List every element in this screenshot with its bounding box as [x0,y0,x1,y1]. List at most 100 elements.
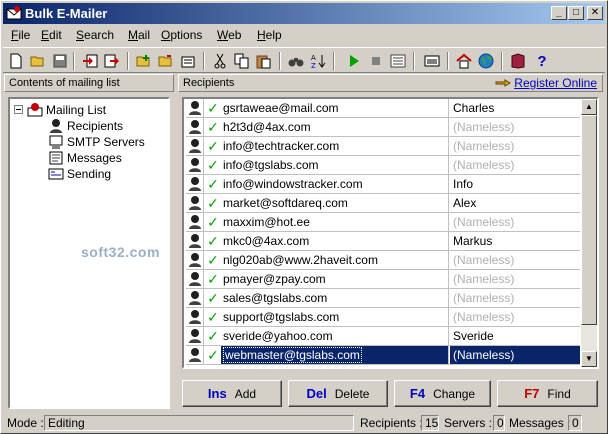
checkmark-icon[interactable]: ✓ [205,232,221,250]
recipient-email: info@techtracker.com [221,137,449,155]
menu-mail[interactable]: Mail [128,28,150,42]
recipient-email: webmaster@tgslabs.com [221,346,449,364]
import-list-icon[interactable] [81,52,99,70]
window-title: Bulk E-Mailer [25,6,108,21]
recipient-person-icon [186,137,204,155]
table-row[interactable]: ✓ mkc0@4ax.com Markus [186,232,580,251]
watermark: soft32.com [81,244,160,260]
checkmark-icon[interactable]: ✓ [205,137,221,155]
log-list-icon[interactable] [389,52,407,70]
checkmark-icon[interactable]: ✓ [205,213,221,231]
help-book-icon[interactable] [509,52,527,70]
maximize-button[interactable]: □ [568,6,584,20]
save-disk-icon[interactable] [51,52,69,70]
menu-web[interactable]: Web [217,28,241,42]
app-icon [6,6,22,20]
status-recipients-value: 15 [421,415,439,431]
recipient-name: (Nameless) [453,253,515,267]
add-folder-icon[interactable] [135,52,153,70]
tree-item-smtp-servers[interactable]: SMTP Servers [48,134,145,150]
checkmark-icon[interactable]: ✓ [205,118,221,136]
close-button[interactable]: ✕ [587,6,603,20]
menu-options[interactable]: Options [161,28,202,42]
home-icon[interactable] [455,52,473,70]
recipient-name: Markus [453,234,493,248]
new-file-icon[interactable] [7,52,25,70]
table-row[interactable]: ✓ sales@tgslabs.com (Nameless) [186,289,580,308]
settings-icon[interactable] [179,52,197,70]
title-bar[interactable]: Bulk E-Mailer _ □ ✕ [3,3,605,24]
checkmark-icon[interactable]: ✓ [205,156,221,174]
toolbar: AZ ? [3,47,605,73]
vertical-scrollbar[interactable]: ▲ ▼ [581,99,597,367]
folder-properties-icon[interactable] [157,52,175,70]
play-send-icon[interactable] [345,52,363,70]
menu-help[interactable]: Help [257,28,282,42]
scroll-down-button[interactable]: ▼ [581,351,597,367]
tree-item-sending[interactable]: Sending [48,166,111,182]
table-row[interactable]: ✓ webmaster@tgslabs.com (Nameless) [186,346,580,365]
checkmark-icon[interactable]: ✓ [205,289,221,307]
collapse-icon[interactable] [14,105,24,115]
recipient-name: (Nameless) [453,139,515,153]
checkmark-icon[interactable]: ✓ [205,327,221,345]
tree-item-messages[interactable]: Messages [48,150,122,166]
checkmark-icon[interactable]: ✓ [205,270,221,288]
stop-icon[interactable] [367,52,385,70]
cut-icon[interactable] [211,52,229,70]
svg-text:A: A [311,54,316,62]
tree-item-recipients[interactable]: Recipients [48,118,123,134]
server-icon [49,135,63,149]
checkmark-icon[interactable]: ✓ [205,175,221,193]
tree-item-mailing-list[interactable]: Mailing List [14,102,106,118]
table-row[interactable]: ✓ h2t3d@4ax.com (Nameless) [186,118,580,137]
find-binoculars-icon[interactable] [287,52,305,70]
table-row[interactable]: ✓ support@tgslabs.com (Nameless) [186,308,580,327]
minimize-button[interactable]: _ [551,6,567,20]
recipient-email: sales@tgslabs.com [221,289,449,307]
recipient-name: (Nameless) [453,272,515,286]
recipient-name: (Nameless) [450,346,580,364]
recipient-person-icon [186,308,204,326]
window-icon[interactable] [423,52,441,70]
status-mode-value: Editing [44,415,354,431]
table-row[interactable]: ✓ info@techtracker.com (Nameless) [186,137,580,156]
tree-label-smtp: SMTP Servers [67,135,145,149]
recipients-grid[interactable]: ✓ gsrtaweae@mail.com Charles ✓ h2t3d@4ax.com… [182,97,599,369]
register-online-link[interactable]: Register Online [495,75,597,91]
table-row[interactable]: ✓ maxxim@hot.ee (Nameless) [186,213,580,232]
table-row[interactable]: ✓ gsrtaweae@mail.com Charles [186,99,580,118]
checkmark-icon[interactable]: ✓ [205,99,221,117]
open-folder-icon[interactable] [29,52,47,70]
menu-edit[interactable]: Edit [41,28,62,42]
change-button[interactable]: F4 Change [394,380,491,407]
web-globe-icon[interactable] [477,52,495,70]
copy-icon[interactable] [233,52,251,70]
table-row[interactable]: ✓ info@windowstracker.com Info [186,175,580,194]
tree-label-sending: Sending [67,167,112,181]
table-row[interactable]: ✓ sveride@yahoo.com Sveride [186,327,580,346]
menu-file[interactable]: File [11,28,30,42]
checkmark-icon[interactable]: ✓ [205,251,221,269]
table-row[interactable]: ✓ nlg020ab@www.2haveit.com (Nameless) [186,251,580,270]
add-button[interactable]: Ins Add [182,380,282,407]
recipient-email: pmayer@zpay.com [221,270,449,288]
paste-icon[interactable] [255,52,273,70]
find-button[interactable]: F7 Find [497,380,598,407]
export-list-icon[interactable] [103,52,121,70]
table-row[interactable]: ✓ market@softdareq.com Alex [186,194,580,213]
checkmark-icon[interactable]: ✓ [205,346,221,364]
scroll-thumb[interactable] [581,115,597,325]
help-question-icon[interactable]: ? [533,52,551,70]
recipient-email: support@tgslabs.com [221,308,449,326]
checkmark-icon[interactable]: ✓ [205,194,221,212]
checkmark-icon[interactable]: ✓ [205,308,221,326]
menu-search[interactable]: Search [76,28,114,42]
table-row[interactable]: ✓ info@tgslabs.com (Nameless) [186,156,580,175]
recipient-email: market@softdareq.com [221,194,449,212]
table-row[interactable]: ✓ pmayer@zpay.com (Nameless) [186,270,580,289]
delete-button[interactable]: Del Delete [288,380,388,407]
scroll-up-button[interactable]: ▲ [581,99,597,115]
status-bar: Mode : Editing Recipients : 15 Servers :… [3,414,605,432]
sort-az-icon[interactable]: AZ [309,52,327,70]
